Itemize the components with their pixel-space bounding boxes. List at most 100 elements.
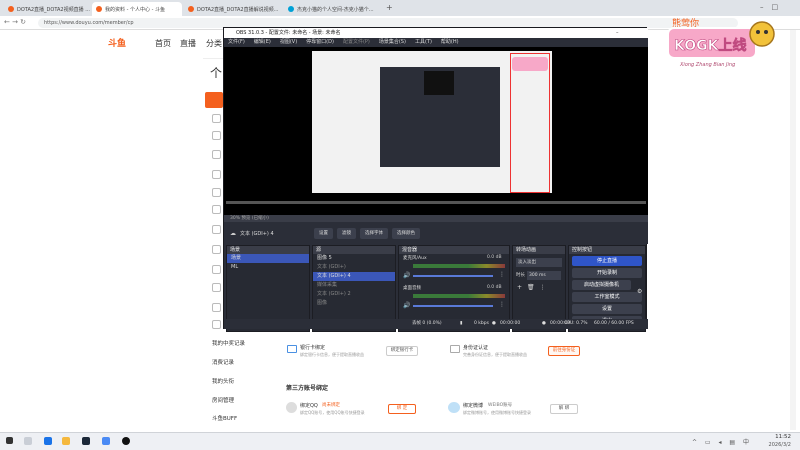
duration-input[interactable]: 300 ms [527,271,561,280]
source-item[interactable]: 媒体采集 [313,281,395,290]
bind-bank-button[interactable]: 绑定银行卡 [386,346,418,356]
file-explorer-icon[interactable] [62,437,70,445]
source-item[interactable]: 文本 (GDI+) [313,263,395,272]
sidebar-icon[interactable] [212,320,221,329]
menu-file[interactable]: 文件(F) [228,38,245,47]
select-font-button[interactable]: 选择字体 [360,227,388,239]
properties-button[interactable]: 设置 [314,227,333,239]
sidebar-item-prizes[interactable]: 我的中奖记录 [212,339,245,347]
steam-icon[interactable] [82,437,90,445]
taskbar-date[interactable]: 2026/3/2 [755,442,791,448]
new-tab-icon[interactable]: + [386,3,393,12]
qq-status: 尚未绑定 [322,403,340,408]
douyu-favicon-icon [188,6,194,12]
sidebar-icon[interactable] [212,150,221,159]
taskbar-time[interactable]: 11:52 [755,434,791,440]
speaker-icon[interactable]: 🔊 [403,302,410,309]
windows-start-icon[interactable] [6,437,13,444]
sidebar-icon[interactable] [212,131,221,140]
menu-profile[interactable]: 配置文件(P) [343,38,370,47]
nav-category[interactable]: 分类 [206,38,222,49]
page-scrollbar[interactable] [790,30,796,430]
virtual-camera-button[interactable]: 启动虚拟摄像机 [572,280,631,290]
menu-tools[interactable]: 工具(T) [415,38,432,47]
edge-icon[interactable] [44,437,52,445]
douyu-logo[interactable]: 斗鱼 [108,36,126,49]
duration-label: 时长 [516,273,525,278]
preview-scrollbar[interactable] [226,201,646,204]
nav-arrows-icon[interactable]: ← → ↻ [4,18,26,26]
mixer-menu-icon[interactable]: ⋮ [499,301,505,308]
nav-live[interactable]: 直播 [180,38,196,49]
transition-select[interactable]: 淡入淡出 [516,258,562,267]
scene-item[interactable]: ML [227,263,309,272]
sidebar-item-spending[interactable]: 消费记录 [212,358,234,366]
source-item-selected[interactable]: 文本 (GDI+) 4 [313,272,395,281]
volume-slider[interactable] [413,305,493,307]
source-item[interactable]: 图像 [313,299,395,308]
id-card-icon [450,345,460,353]
weibo-title: 绑定微博 [463,403,484,409]
scene-item[interactable]: 场景 [227,254,309,263]
speaker-icon[interactable]: 🔊 [403,272,410,279]
sidebar-icon[interactable] [212,170,221,179]
unbind-weibo-button[interactable]: 解 绑 [550,404,578,414]
search-icon[interactable] [24,437,32,445]
system-tray-icon[interactable]: ^ ▭ ◂ ▤ 中 [692,437,752,446]
windows-taskbar [0,432,800,450]
qq-icon [286,402,297,413]
sidebar-icon[interactable] [212,225,221,234]
sidebar-icon[interactable] [212,188,221,197]
bitrate: 0 kbps [474,321,489,326]
sidebar-icon[interactable] [212,114,221,123]
profile-sidebar-active-icon[interactable] [205,92,223,108]
studio-mode-button[interactable]: 工作室模式 [572,292,642,302]
stop-streaming-button[interactable]: 停止直播 [572,256,642,266]
sidebar-icon[interactable] [212,265,221,274]
volume-slider[interactable] [413,275,493,277]
settings-button[interactable]: 设置 [572,304,642,314]
obs-taskbar-icon[interactable] [122,437,130,445]
audio-meter [413,264,505,268]
sidebar-item-buff[interactable]: 斗鱼BUFF [212,414,237,422]
selected-source-bbox[interactable] [510,53,550,193]
browser-tab[interactable]: DOTA2直播_DOTA2视频直播 ... [4,2,90,16]
audio-meter [413,294,505,298]
browser-tab[interactable]: DOTA2直播_DOTA2直播解说视频... [184,2,280,16]
bank-title: 银行卡绑定 [300,345,326,351]
obs-preview-canvas[interactable] [224,47,648,215]
browser-tab[interactable]: 杰克小猫的个人空间-杰克小猫个... [284,2,382,16]
sidebar-icon[interactable] [212,303,221,312]
bind-qq-button[interactable]: 绑 定 [388,404,416,414]
obs-window[interactable]: OBS 31.0.3 - 配置文件: 未命名 - 场景: 未命名 –□✕ 文件(… [223,27,648,332]
sidebar-icon[interactable] [212,205,221,214]
browser-tab-active[interactable]: 我的资料 - 个人中心 - 斗鱼 [92,2,182,16]
sidebar-item-titles[interactable]: 我的头衔 [212,377,234,385]
streamer-watermark-logo: 熊莺你 KOGK上线 Xiong Zhang Bian Jing [667,17,775,68]
start-recording-button[interactable]: 开始录制 [572,268,642,278]
sidebar-icon[interactable] [212,245,221,254]
signal-icon: ▮ [460,321,463,326]
mixer-menu-icon[interactable]: ⋮ [499,271,505,278]
menu-help[interactable]: 帮助(H) [441,38,459,47]
select-color-button[interactable]: 选择颜色 [392,227,420,239]
menu-scene-collection[interactable]: 场景集合(S) [379,38,406,47]
nav-home[interactable]: 首页 [155,38,171,49]
obs-title-bar[interactable]: OBS 31.0.3 - 配置文件: 未命名 - 场景: 未命名 –□✕ [224,28,648,46]
source-item[interactable]: 图像 5 [313,254,395,263]
id-verify-button[interactable]: 前往身份证 [548,346,580,356]
id-desc: 完善身份证信息，便于提取直播收益 [463,352,527,357]
menu-docks[interactable]: 停靠窗口(D) [306,38,334,47]
menu-view[interactable]: 视图(V) [280,38,297,47]
filters-button[interactable]: 滤镜 [337,227,356,239]
sidebar-icon[interactable] [212,283,221,292]
mixer-header: 混音器 [399,246,509,254]
window-controls-icon[interactable]: –□ [760,3,786,11]
source-item[interactable]: 文本 (GDI+) 2 [313,290,395,299]
virtual-camera-gear-icon[interactable]: ⚙ [637,288,642,295]
chrome-icon[interactable] [102,437,110,445]
bank-desc: 绑定银行卡信息，便于提取直播收益 [300,352,364,357]
sidebar-item-room[interactable]: 房间管理 [212,396,234,404]
transition-controls-icon[interactable]: +🗑⋮ [517,284,551,291]
menu-edit[interactable]: 编辑(E) [254,38,271,47]
